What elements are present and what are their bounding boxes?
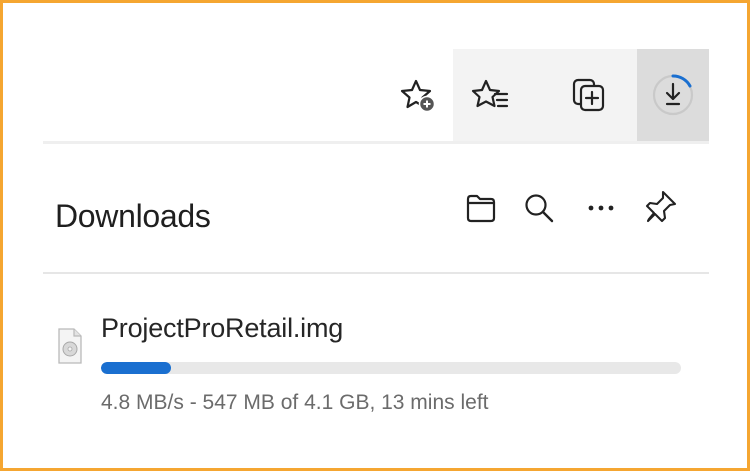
more-options-icon	[584, 191, 618, 230]
disc-image-file-icon	[57, 328, 83, 369]
toolbar-button-group	[453, 49, 709, 141]
pin-panel-button[interactable]	[641, 188, 681, 232]
download-file-name[interactable]: ProjectProRetail.img	[101, 313, 343, 343]
download-status: 4.8 MB/s - 547 MB of 4.1 GB, 13 mins lef…	[101, 391, 489, 414]
downloads-title: Downloads	[55, 198, 211, 234]
more-options-button[interactable]	[581, 188, 621, 232]
collections-button[interactable]	[561, 49, 617, 141]
browser-toolbar	[43, 49, 709, 141]
search-icon	[522, 191, 556, 230]
add-favorite-button[interactable]	[391, 49, 447, 141]
pin-icon	[643, 188, 679, 233]
open-downloads-folder-button[interactable]	[461, 188, 501, 232]
download-progress-bar	[101, 362, 681, 374]
favorites-icon	[471, 75, 511, 115]
downloads-button[interactable]	[637, 49, 709, 141]
open-folder-icon	[464, 191, 498, 230]
search-downloads-button[interactable]	[519, 188, 559, 232]
downloads-panel: Downloads ProjectProRetail.img 4.8 MB/s …	[43, 144, 709, 444]
downloads-icon	[649, 71, 697, 119]
panel-divider	[43, 272, 709, 274]
download-item[interactable]: ProjectProRetail.img 4.8 MB/s - 547 MB o…	[43, 294, 709, 434]
download-progress-fill	[101, 362, 171, 374]
collections-icon	[569, 75, 609, 115]
browser-window-frame: Downloads ProjectProRetail.img 4.8 MB/s …	[0, 0, 750, 471]
add-favorite-icon	[399, 75, 439, 115]
toolbar-address-area	[43, 49, 453, 141]
favorites-button[interactable]	[463, 49, 519, 141]
